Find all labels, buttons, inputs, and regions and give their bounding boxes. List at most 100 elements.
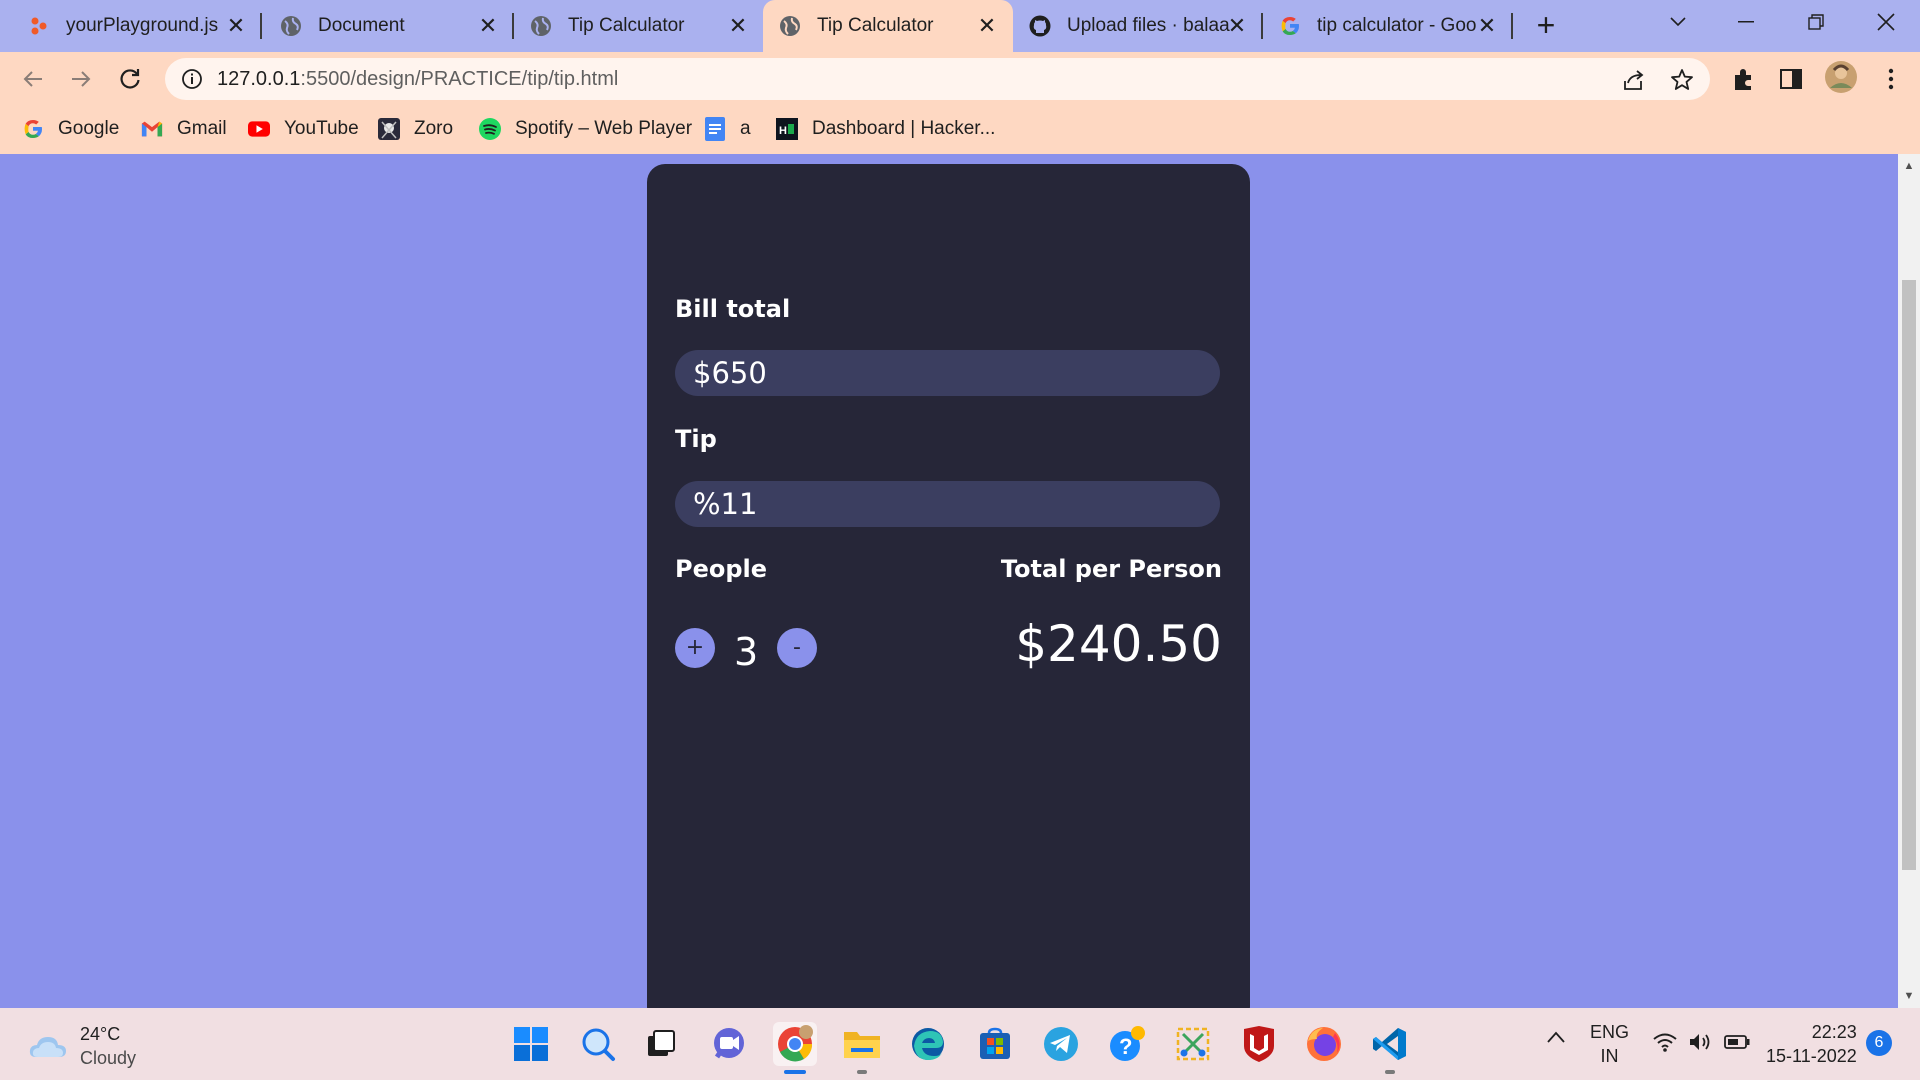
- tab-separator: [1511, 13, 1513, 39]
- bookmark-hackerrank[interactable]: H Dashboard | Hacker...: [776, 116, 995, 142]
- share-icon[interactable]: [1621, 67, 1647, 93]
- tab-google-search[interactable]: tip calculator - Goo ✕: [1263, 0, 1513, 52]
- bookmark-label: Dashboard | Hacker...: [812, 118, 996, 139]
- tab-title: Tip Calculator: [568, 15, 685, 36]
- teams-chat-icon[interactable]: [707, 1022, 751, 1066]
- mcafee-icon[interactable]: [1237, 1022, 1281, 1066]
- running-indicator: [1385, 1070, 1395, 1074]
- address-bar[interactable]: 127.0.0.1:5500/design/PRACTICE/tip/tip.h…: [165, 58, 1710, 100]
- scrollbar-thumb[interactable]: [1902, 280, 1916, 870]
- lang-bottom: IN: [1600, 1046, 1619, 1066]
- vscode-icon[interactable]: [1368, 1022, 1412, 1074]
- weather-widget[interactable]: 24°C Cloudy: [28, 1022, 136, 1070]
- close-window-button[interactable]: [1856, 0, 1916, 44]
- bookmark-youtube[interactable]: YouTube: [248, 116, 359, 142]
- volume-icon[interactable]: [1688, 1032, 1714, 1057]
- total-per-person-label: Total per Person: [1000, 555, 1222, 583]
- github-icon: [1029, 15, 1051, 37]
- tab-yourplayground[interactable]: yourPlayground.js ✕: [12, 0, 262, 52]
- close-icon[interactable]: ✕: [975, 14, 999, 38]
- docs-icon: [704, 117, 726, 141]
- spotify-icon: [479, 118, 501, 140]
- bookmark-a[interactable]: a: [704, 116, 751, 142]
- bill-total-label: Bill total: [675, 295, 791, 323]
- tab-tip-calculator-1[interactable]: Tip Calculator ✕: [514, 0, 764, 52]
- show-hidden-icons[interactable]: [1546, 1028, 1566, 1049]
- google-icon: [22, 118, 44, 140]
- telegram-icon[interactable]: [1039, 1022, 1083, 1066]
- tip-label: Tip: [675, 425, 717, 453]
- restore-button[interactable]: [1786, 0, 1846, 44]
- bookmark-label: Google: [58, 118, 120, 139]
- bookmarks-bar: Google Gmail YouTube Zoro Spotify – Web …: [0, 106, 1920, 154]
- windows-taskbar: 24°C Cloudy ? ENG IN 22:23 15-11-2022 6: [0, 1008, 1920, 1080]
- vertical-scrollbar[interactable]: ▲ ▼: [1898, 154, 1920, 1008]
- side-panel-icon[interactable]: [1778, 66, 1804, 92]
- weather-text: 24°C Cloudy: [80, 1022, 136, 1070]
- task-view-icon[interactable]: [640, 1022, 684, 1066]
- tip-input[interactable]: %11: [675, 481, 1220, 527]
- close-icon[interactable]: ✕: [1475, 14, 1499, 38]
- bookmark-star-icon[interactable]: [1669, 67, 1695, 93]
- gmail-icon: [141, 118, 163, 140]
- tab-document[interactable]: Document ✕: [264, 0, 514, 52]
- tab-title: Tip Calculator: [817, 15, 934, 36]
- close-icon[interactable]: ✕: [476, 14, 500, 38]
- bill-total-input[interactable]: $650: [675, 350, 1220, 396]
- bookmark-zoro[interactable]: Zoro: [378, 116, 453, 142]
- close-icon[interactable]: ✕: [1225, 14, 1249, 38]
- search-icon[interactable]: [576, 1022, 620, 1066]
- microsoft-store-icon[interactable]: [973, 1022, 1017, 1066]
- extensions-icon[interactable]: [1730, 66, 1756, 92]
- people-count: 3: [734, 630, 759, 674]
- bookmark-label: Spotify – Web Player: [515, 118, 693, 139]
- back-button[interactable]: [14, 60, 52, 98]
- close-icon[interactable]: ✕: [224, 14, 248, 38]
- increase-people-button[interactable]: +: [675, 628, 715, 668]
- tab-tip-calculator-2[interactable]: Tip Calculator ✕: [763, 0, 1013, 52]
- clock[interactable]: 22:23 15-11-2022: [1766, 1020, 1857, 1068]
- edge-icon[interactable]: [906, 1022, 950, 1066]
- lang-top: ENG: [1590, 1022, 1630, 1042]
- running-indicator: [857, 1070, 867, 1074]
- bookmark-label: YouTube: [284, 118, 359, 139]
- weather-temp: 24°C: [80, 1024, 121, 1044]
- bookmark-google[interactable]: Google: [22, 116, 119, 142]
- close-icon[interactable]: ✕: [726, 14, 750, 38]
- profile-avatar[interactable]: [1824, 60, 1858, 94]
- minimize-button[interactable]: [1716, 0, 1776, 44]
- start-button[interactable]: [509, 1022, 553, 1066]
- get-help-icon[interactable]: ?: [1105, 1022, 1149, 1066]
- google-icon: [1279, 15, 1301, 37]
- cloud-icon: [28, 1033, 68, 1059]
- scroll-down-icon[interactable]: ▼: [1903, 990, 1915, 1002]
- firefox-icon[interactable]: [1302, 1022, 1346, 1066]
- wifi-icon[interactable]: [1652, 1032, 1678, 1057]
- zoro-icon: [378, 118, 400, 140]
- tab-strip: yourPlayground.js ✕ Document ✕ Tip Calcu…: [0, 0, 1920, 52]
- decrease-people-button[interactable]: -: [777, 628, 817, 668]
- clock-time: 22:23: [1811, 1022, 1857, 1042]
- site-info-icon[interactable]: [181, 68, 203, 90]
- menu-kebab-icon[interactable]: [1878, 66, 1904, 92]
- bookmark-spotify[interactable]: Spotify – Web Player: [479, 116, 692, 142]
- new-tab-button[interactable]: +: [1530, 9, 1562, 42]
- bookmark-gmail[interactable]: Gmail: [141, 116, 227, 142]
- notification-badge[interactable]: 6: [1866, 1030, 1892, 1056]
- globe-icon: [530, 15, 552, 37]
- battery-icon[interactable]: [1724, 1034, 1750, 1055]
- snipping-tool-icon[interactable]: [1171, 1022, 1215, 1066]
- globe-icon: [280, 15, 302, 37]
- reload-button[interactable]: [111, 60, 149, 98]
- total-per-person-value: $240.50: [1015, 615, 1222, 673]
- chrome-taskbar-icon[interactable]: [773, 1022, 817, 1074]
- language-indicator[interactable]: ENG IN: [1590, 1020, 1629, 1068]
- scroll-up-icon[interactable]: ▲: [1903, 160, 1915, 172]
- tab-search-icon[interactable]: [1648, 0, 1708, 44]
- bookmark-label: Gmail: [177, 118, 227, 139]
- file-explorer-icon[interactable]: [840, 1022, 884, 1074]
- tab-title: yourPlayground.js: [66, 15, 219, 36]
- people-label: People: [675, 555, 768, 583]
- tab-upload-files[interactable]: Upload files · balaa ✕: [1013, 0, 1263, 52]
- forward-button[interactable]: [62, 60, 100, 98]
